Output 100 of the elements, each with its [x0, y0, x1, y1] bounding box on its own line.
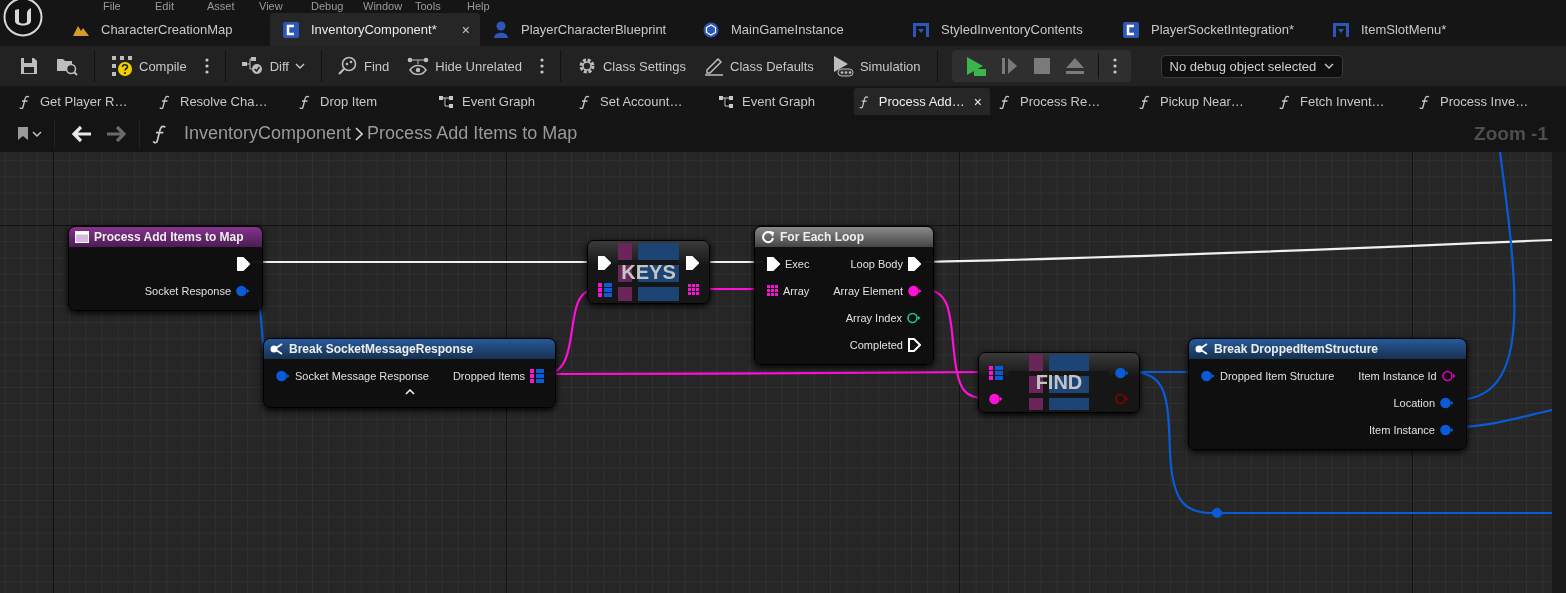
chevron-icon: [355, 126, 364, 141]
forward-arrow-icon: [105, 124, 127, 143]
person-icon: [493, 21, 509, 38]
graph-tab[interactable]: Process Add… ×: [854, 88, 990, 115]
class-defaults-button[interactable]: Class Defaults: [698, 52, 820, 80]
debug-object-dropdown[interactable]: No debug object selected: [1160, 54, 1344, 78]
menu-item[interactable]: Tools: [415, 0, 467, 13]
close-button[interactable]: ×: [973, 93, 982, 110]
exec-pin-icon[interactable]: [908, 337, 921, 352]
widget-icon: [913, 22, 929, 37]
expand-chevron-icon[interactable]: [404, 389, 415, 395]
exec-pin-icon[interactable]: [767, 256, 780, 271]
menu-item[interactable]: Edit: [155, 0, 207, 13]
document-tab[interactable]: PlayerCharacterBlueprint: [480, 13, 690, 46]
exec-pin-icon[interactable]: [908, 256, 921, 271]
diff-button[interactable]: Diff: [235, 53, 311, 79]
array-pin-icon[interactable]: [767, 285, 778, 296]
class-settings-button[interactable]: Class Settings: [570, 52, 693, 80]
break-struct-icon: [270, 343, 284, 355]
class-icon: [283, 21, 299, 38]
function-icon: [579, 94, 591, 109]
document-tab[interactable]: ItemSlotMenu*: [1320, 13, 1530, 46]
close-button[interactable]: ×: [461, 21, 470, 38]
hide-unrelated-button[interactable]: Hide Unrelated: [401, 53, 528, 79]
document-tab[interactable]: MainGameInstance: [690, 13, 900, 46]
reroute-node[interactable]: [1211, 507, 1224, 519]
function-icon: [1279, 94, 1291, 109]
graph-tab[interactable]: Process Re…: [994, 88, 1134, 115]
loop-icon: [761, 230, 775, 244]
menu-item[interactable]: View: [259, 0, 311, 13]
pin-label: Exec: [785, 257, 810, 270]
document-tab[interactable]: StyledInventoryContents: [900, 13, 1110, 46]
graph-tab[interactable]: Fetch Invent…: [1274, 88, 1414, 115]
node-card[interactable]: For Each Loop Exec Loop Body Array Array Element Array Index Completed: [754, 226, 934, 365]
document-tab[interactable]: CharacterCreationMap: [60, 13, 270, 46]
node-card[interactable]: Process Add Items to Map Socket Response: [68, 226, 263, 311]
function-icon: [859, 94, 870, 109]
menu-item[interactable]: File: [103, 0, 155, 13]
node-title: Process Add Items to Map: [94, 230, 244, 244]
compile-icon: [111, 55, 133, 77]
pin-icon[interactable]: [989, 393, 1003, 405]
pin-label: Item Instance: [1368, 423, 1435, 436]
pin-icon[interactable]: [908, 284, 922, 297]
menu-item[interactable]: Debug: [311, 0, 363, 13]
node-title: For Each Loop: [780, 230, 864, 244]
pin-icon[interactable]: [907, 311, 921, 324]
document-tab[interactable]: PlayerSocketIntegration*: [1110, 13, 1320, 46]
search-icon: [337, 56, 358, 76]
graph-tab[interactable]: Resolve Cha…: [154, 88, 294, 115]
exec-pin-icon[interactable]: [237, 256, 250, 271]
folder-search-icon: [56, 56, 78, 76]
function-icon: [159, 94, 171, 109]
graph-tab[interactable]: Pickup Near…: [1134, 88, 1274, 115]
menu-item[interactable]: Asset: [207, 0, 259, 13]
simulation-button[interactable]: Simulation: [825, 51, 927, 81]
map-pin-icon[interactable]: [598, 282, 612, 297]
exec-pin-icon[interactable]: [686, 255, 699, 270]
node-card[interactable]: Break DroppedItemStructure Dropped Item Structure Item Instance Id Location Item Instance: [1188, 338, 1467, 450]
more-options-icon: [539, 58, 544, 74]
break-struct-icon: [1195, 343, 1209, 355]
function-entry-icon: [75, 231, 89, 243]
breadcrumb-item[interactable]: InventoryComponent: [184, 123, 352, 144]
pin-label: Item Instance Id: [1358, 369, 1437, 382]
widget-icon: [1333, 22, 1349, 37]
function-icon: [299, 94, 311, 109]
pin-label: Array: [783, 284, 810, 297]
array-pin-icon[interactable]: [688, 284, 699, 295]
document-tab[interactable]: InventoryComponent* ×: [270, 13, 480, 46]
caret-icon: [294, 63, 305, 69]
graph-tab[interactable]: Get Player R…: [14, 88, 154, 115]
pin-label: Socket Message Response: [295, 369, 429, 382]
step-icon: [1001, 57, 1018, 75]
stop-icon: [1033, 58, 1050, 74]
compile-button[interactable]: Compile: [105, 51, 193, 81]
find-button[interactable]: Find: [331, 52, 396, 80]
node-card[interactable]: Break SocketMessageResponse Socket Message Response Dropped Items: [263, 338, 556, 408]
more-options-icon: [1112, 58, 1117, 74]
graph-tab[interactable]: Event Graph: [434, 88, 574, 115]
graph-icon: [719, 95, 733, 108]
eye-icon: [407, 57, 430, 75]
class-icon: [1123, 21, 1139, 38]
graph-tab[interactable]: Process Inve…: [1414, 88, 1554, 115]
graph-tab[interactable]: Set Account…: [574, 88, 714, 115]
function-icon: [1419, 94, 1431, 109]
map-pin-icon[interactable]: [989, 366, 1003, 380]
zoom-level: Zoom -1: [1474, 122, 1548, 145]
map-pin-icon[interactable]: [530, 368, 545, 383]
menu-item[interactable]: Window: [363, 0, 415, 13]
pin-label: Array Index: [845, 311, 902, 324]
node-title: Break DroppedItemStructure: [1214, 342, 1379, 356]
function-icon: [152, 123, 168, 144]
pin-icon[interactable]: [1441, 369, 1456, 382]
menu-item[interactable]: Help: [467, 0, 519, 13]
graph-icon: [439, 95, 453, 108]
pin-label: Completed: [849, 338, 903, 351]
exec-pin-icon[interactable]: [598, 255, 611, 270]
graph-tab[interactable]: Event Graph: [714, 88, 854, 115]
graph-tab[interactable]: Drop Item: [294, 88, 434, 115]
breadcrumb-item: Process Add Items to Map: [367, 123, 578, 144]
pin-label: Dropped Item Structure: [1220, 369, 1335, 382]
